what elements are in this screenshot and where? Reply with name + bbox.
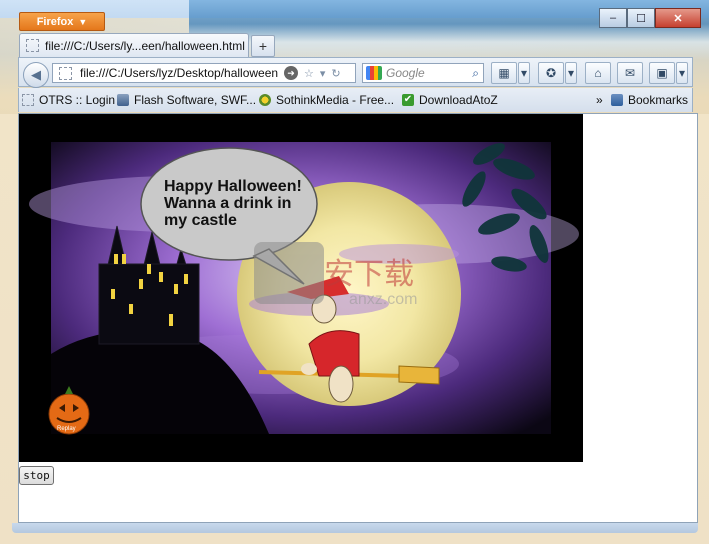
web-developer-dropdown[interactable]: ▾ <box>518 62 530 84</box>
bookmark-label: OTRS :: Login <box>39 93 116 107</box>
bookmarks-star-icon <box>611 94 623 106</box>
window-bottom-border <box>12 523 698 533</box>
bookmark-downloadatoz[interactable]: ✔ DownloadAtoZ <box>402 93 498 107</box>
bookmark-label: SothinkMedia - Free... <box>276 93 395 107</box>
url-bar[interactable]: file:///C:/Users/lyz/Desktop/halloween ➜… <box>52 63 356 83</box>
close-button[interactable]: ✕ <box>655 8 701 28</box>
addon-dropdown[interactable]: ▾ <box>565 62 577 84</box>
search-icon[interactable]: ⌕ <box>472 66 479 81</box>
page-icon <box>22 94 34 106</box>
star-icon[interactable]: ☆ <box>304 67 314 80</box>
window-controls: – ☐ ✕ <box>599 8 701 28</box>
site-identity-icon[interactable] <box>59 66 72 80</box>
home-button[interactable]: ⌂ <box>585 62 611 84</box>
chevron-down-icon: ▾ <box>520 66 528 80</box>
halloween-scene: Happy Halloween! Wanna a drink in my cas… <box>29 142 579 435</box>
grid-icon: ▦ <box>498 66 510 80</box>
bookmark-otrs[interactable]: OTRS :: Login <box>22 93 115 107</box>
flash-animation[interactable]: Happy Halloween! Wanna a drink in my cas… <box>19 114 583 462</box>
bookmarks-overflow-button[interactable]: » <box>596 93 603 107</box>
addon-icon: ✪ <box>545 66 557 80</box>
mail-button[interactable]: ✉ <box>617 62 643 84</box>
tab-title: file:///C:/Users/ly...een/halloween.html <box>45 38 245 53</box>
minimize-button[interactable]: – <box>599 8 627 28</box>
bookmarks-menu-label: Bookmarks <box>628 93 689 107</box>
bookmark-label: DownloadAtoZ <box>419 93 498 107</box>
bookmark-flash-software[interactable]: Flash Software, SWF... <box>117 93 256 107</box>
stop-button[interactable]: stop <box>19 466 54 485</box>
speech-line-1: Happy Halloween! <box>164 178 302 195</box>
maximize-button[interactable]: ☐ <box>627 8 655 28</box>
chevron-down-icon: ▼ <box>78 16 88 27</box>
firefox-menu-button[interactable]: Firefox ▼ <box>19 12 105 31</box>
watermark-text: 安下载 <box>324 257 414 292</box>
tab-halloween[interactable]: file:///C:/Users/ly...een/halloween.html <box>19 33 249 57</box>
bookmark-sothinkmedia[interactable]: SothinkMedia - Free... <box>259 93 394 107</box>
overflow-label: » <box>596 93 603 107</box>
google-icon[interactable] <box>366 66 382 80</box>
firefox-menu-label: Firefox <box>36 15 74 28</box>
speech-line-2: Wanna a drink in <box>164 195 291 212</box>
speech-line-3: my castle <box>164 212 237 229</box>
apps-button[interactable]: ▣ <box>649 62 675 84</box>
search-placeholder[interactable]: Google <box>386 66 472 80</box>
go-arrow-icon[interactable]: ➜ <box>284 66 298 80</box>
bookmark-label: Flash Software, SWF... <box>134 93 257 107</box>
back-button[interactable]: ◀ <box>23 62 49 88</box>
back-arrow-icon: ◀ <box>31 67 41 82</box>
sothink-icon <box>259 94 271 106</box>
new-tab-button[interactable]: + <box>251 35 275 57</box>
chevron-down-icon: ▾ <box>567 66 575 80</box>
page-icon <box>26 39 39 52</box>
mail-icon: ✉ <box>624 66 636 80</box>
home-icon: ⌂ <box>594 66 602 80</box>
flash-icon <box>117 94 129 106</box>
apps-icon: ▣ <box>656 66 668 80</box>
bookmarks-menu-button[interactable]: Bookmarks <box>611 93 688 107</box>
reload-icon[interactable]: ↻ <box>331 67 340 80</box>
chevron-down-icon[interactable]: ▾ <box>320 67 326 80</box>
watermark-sub: anxz.com <box>349 291 417 308</box>
replay-label[interactable]: Replay <box>57 426 76 432</box>
apps-dropdown[interactable]: ▾ <box>676 62 688 84</box>
web-developer-button[interactable]: ▦ <box>491 62 517 84</box>
check-icon: ✔ <box>402 94 414 106</box>
url-text[interactable]: file:///C:/Users/lyz/Desktop/halloween <box>80 66 280 80</box>
chevron-down-icon: ▾ <box>678 66 686 80</box>
search-box[interactable]: Google ⌕ <box>362 63 484 83</box>
addon-button[interactable]: ✪ <box>538 62 564 84</box>
